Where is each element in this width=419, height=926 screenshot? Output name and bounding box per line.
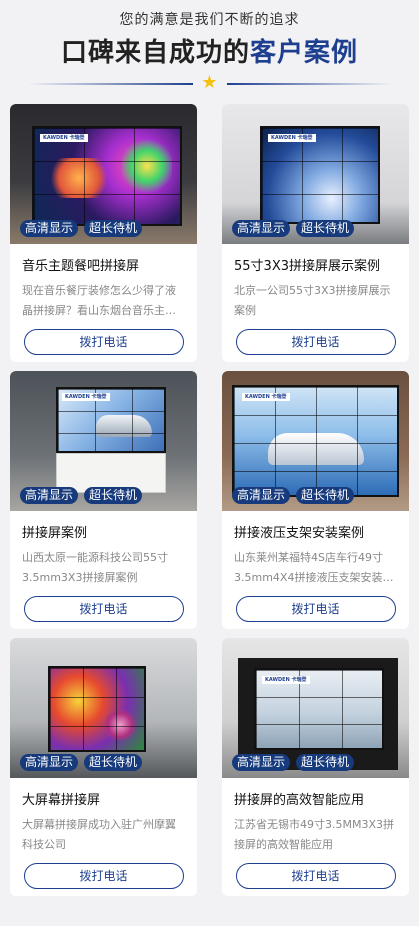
feature-tags: 高清显示 超长待机 [232,754,355,771]
feature-tag: 高清显示 [20,754,79,771]
divider-line-right [226,83,392,85]
feature-tag: 高清显示 [232,220,291,237]
feature-tag: 高清显示 [20,487,79,504]
case-description: 山西太原一能源科技公司55寸3.5mm3X3拼接屏案例 [22,551,168,584]
section-subtitle: 您的满意是我们不断的追求 [119,12,300,28]
section-header: 您的满意是我们不断的追求 口碑来自成功的客户案例 ★ [0,0,419,96]
case-image[interactable]: KAWDEN 卡瑞登 高清显示 超长待机 [222,371,409,511]
section-title: 口碑来自成功的客户案例 [0,36,419,70]
feature-tag: 超长待机 [84,754,143,771]
case-title[interactable]: 大屏幕拼接屏 [22,792,185,810]
call-button[interactable]: 拨打电话 [235,329,396,355]
video-wall: KAWDEN 卡瑞登 [232,385,399,497]
star-icon: ★ [201,72,218,93]
feature-tag: 高清显示 [232,754,291,771]
call-button[interactable]: 拨打电话 [23,329,184,355]
case-description: 山东莱州某福特4S店车行49寸3.5mm4X4拼接液压支架安装案例 [234,551,394,584]
brand-logo: KAWDEN 卡瑞登 [268,134,316,142]
case-card[interactable]: KAWDEN 卡瑞登 高清显示 超长待机 音乐主题餐吧拼接屏 现在音乐餐厅装修怎… [10,104,197,362]
video-wall: KAWDEN 卡瑞登 [260,126,380,224]
case-description: 大屏幕拼接屏成功入驻广州摩翼科技公司 [22,818,176,851]
case-title[interactable]: 拼接屏案例 [22,525,185,543]
feature-tags: 高清显示 超长待机 [20,754,143,771]
video-wall: KAWDEN 卡瑞登 [56,387,166,453]
feature-tag: 超长待机 [296,487,355,504]
feature-tag: 超长待机 [296,220,355,237]
divider-line-left [27,83,193,85]
call-button[interactable]: 拨打电话 [23,863,184,889]
case-card[interactable]: KAWDEN 卡瑞登 高清显示 超长待机 55寸3X3拼接屏展示案例 北京一公司… [222,104,409,362]
case-image[interactable]: KAWDEN 卡瑞登 高清显示 超长待机 [10,104,197,244]
case-title[interactable]: 拼接液压支架安装案例 [234,525,397,543]
brand-logo: KAWDEN 卡瑞登 [40,134,88,142]
title-divider: ★ [27,72,392,93]
feature-tag: 超长待机 [296,754,355,771]
call-button[interactable]: 拨打电话 [235,863,396,889]
case-card[interactable]: KAWDEN 卡瑞登 高清显示 超长待机 拼接液压支架安装案例 山东莱州某福特4… [222,371,409,629]
feature-tags: 高清显示 超长待机 [20,487,143,504]
call-button[interactable]: 拨打电话 [235,596,396,622]
feature-tag: 高清显示 [20,220,79,237]
video-wall [48,666,146,752]
case-image[interactable]: KAWDEN 卡瑞登 高清显示 超长待机 [222,638,409,778]
brand-logo: KAWDEN 卡瑞登 [262,676,310,684]
case-title[interactable]: 55寸3X3拼接屏展示案例 [234,258,397,276]
case-card[interactable]: KAWDEN 卡瑞登 高清显示 超长待机 拼接屏的高效智能应用 江苏省无锡市49… [222,638,409,896]
case-title[interactable]: 拼接屏的高效智能应用 [234,792,397,810]
feature-tag: 超长待机 [84,487,143,504]
case-title[interactable]: 音乐主题餐吧拼接屏 [22,258,185,276]
case-image[interactable]: 高清显示 超长待机 [10,638,197,778]
feature-tag: 超长待机 [84,220,143,237]
case-card[interactable]: 高清显示 超长待机 大屏幕拼接屏 大屏幕拼接屏成功入驻广州摩翼科技公司 拨打电话 [10,638,197,896]
case-card[interactable]: KAWDEN 卡瑞登 高清显示 超长待机 拼接屏案例 山西太原一能源科技公司55… [10,371,197,629]
case-description: 现在音乐餐厅装修怎么少得了液晶拼接屏？看山东烟台音乐主题餐吧拼接屏 [22,284,176,317]
case-image[interactable]: KAWDEN 卡瑞登 高清显示 超长待机 [222,104,409,244]
video-wall: KAWDEN 卡瑞登 [32,126,182,226]
feature-tags: 高清显示 超长待机 [232,487,355,504]
feature-tags: 高清显示 超长待机 [232,220,355,237]
title-accent: 客户案例 [250,38,359,68]
case-image[interactable]: KAWDEN 卡瑞登 高清显示 超长待机 [10,371,197,511]
brand-logo: KAWDEN 卡瑞登 [62,393,110,401]
call-button[interactable]: 拨打电话 [23,596,184,622]
feature-tags: 高清显示 超长待机 [20,220,143,237]
feature-tag: 高清显示 [232,487,291,504]
video-wall: KAWDEN 卡瑞登 [254,668,384,750]
title-main: 口碑来自成功的 [60,38,250,68]
case-page: 您的满意是我们不断的追求 口碑来自成功的客户案例 ★ KAWDEN 卡瑞登 高清… [0,0,419,926]
case-description: 江苏省无锡市49寸3.5MM3X3拼接屏的高效智能应用 [234,818,395,851]
brand-logo: KAWDEN 卡瑞登 [242,393,290,401]
case-description: 北京一公司55寸3X3拼接屏展示案例 [234,284,391,317]
